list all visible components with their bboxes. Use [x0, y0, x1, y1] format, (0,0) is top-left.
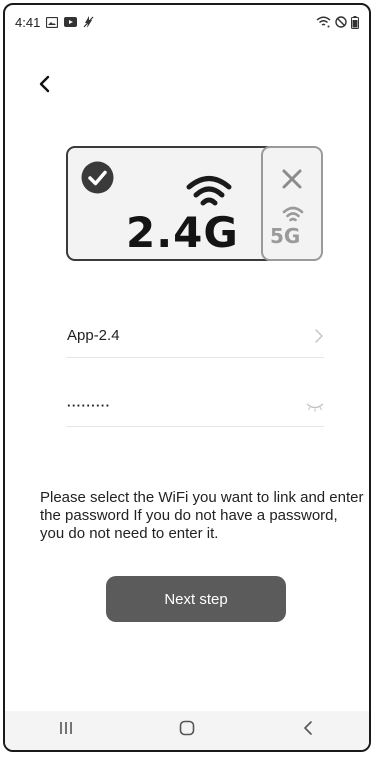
battery-icon — [351, 15, 359, 29]
ssid-field[interactable]: App-2.4 — [66, 318, 324, 358]
youtube-icon — [64, 17, 78, 27]
recents-button[interactable] — [36, 711, 96, 750]
phone-screen: 4:41 2.4G 5G App-2.4 ········· Please se… — [3, 3, 371, 752]
chevron-left-icon — [37, 74, 51, 99]
close-icon — [281, 168, 303, 195]
chevron-right-icon[interactable] — [314, 328, 324, 349]
status-bar: 4:41 — [5, 5, 369, 39]
do-not-disturb-icon — [335, 16, 347, 28]
status-right — [316, 15, 359, 29]
back-icon — [302, 720, 314, 741]
password-field[interactable]: ········· — [66, 387, 324, 427]
home-icon — [179, 720, 195, 741]
wifi-icon — [316, 16, 331, 28]
no-sync-icon — [83, 16, 94, 28]
back-button[interactable] — [29, 71, 59, 101]
next-step-button[interactable]: Next step — [106, 576, 286, 622]
band-card-5g[interactable]: 5G — [261, 146, 323, 261]
recents-icon — [58, 720, 74, 741]
hint-text: Please select the WiFi you want to link … — [40, 489, 364, 542]
band-label-5g: 5G — [270, 224, 301, 248]
ssid-value: App-2.4 — [67, 327, 120, 344]
gallery-icon — [46, 16, 59, 28]
system-back-button[interactable] — [278, 711, 338, 750]
check-circle-icon — [81, 161, 114, 199]
status-left: 4:41 — [15, 15, 94, 30]
home-button[interactable] — [157, 711, 217, 750]
band-card-2-4g[interactable]: 2.4G — [66, 146, 276, 261]
password-value: ········· — [67, 398, 111, 413]
status-time: 4:41 — [15, 14, 41, 30]
band-label-2-4g: 2.4G — [126, 208, 239, 257]
eye-closed-icon[interactable] — [306, 399, 324, 417]
navigation-bar — [5, 711, 369, 750]
